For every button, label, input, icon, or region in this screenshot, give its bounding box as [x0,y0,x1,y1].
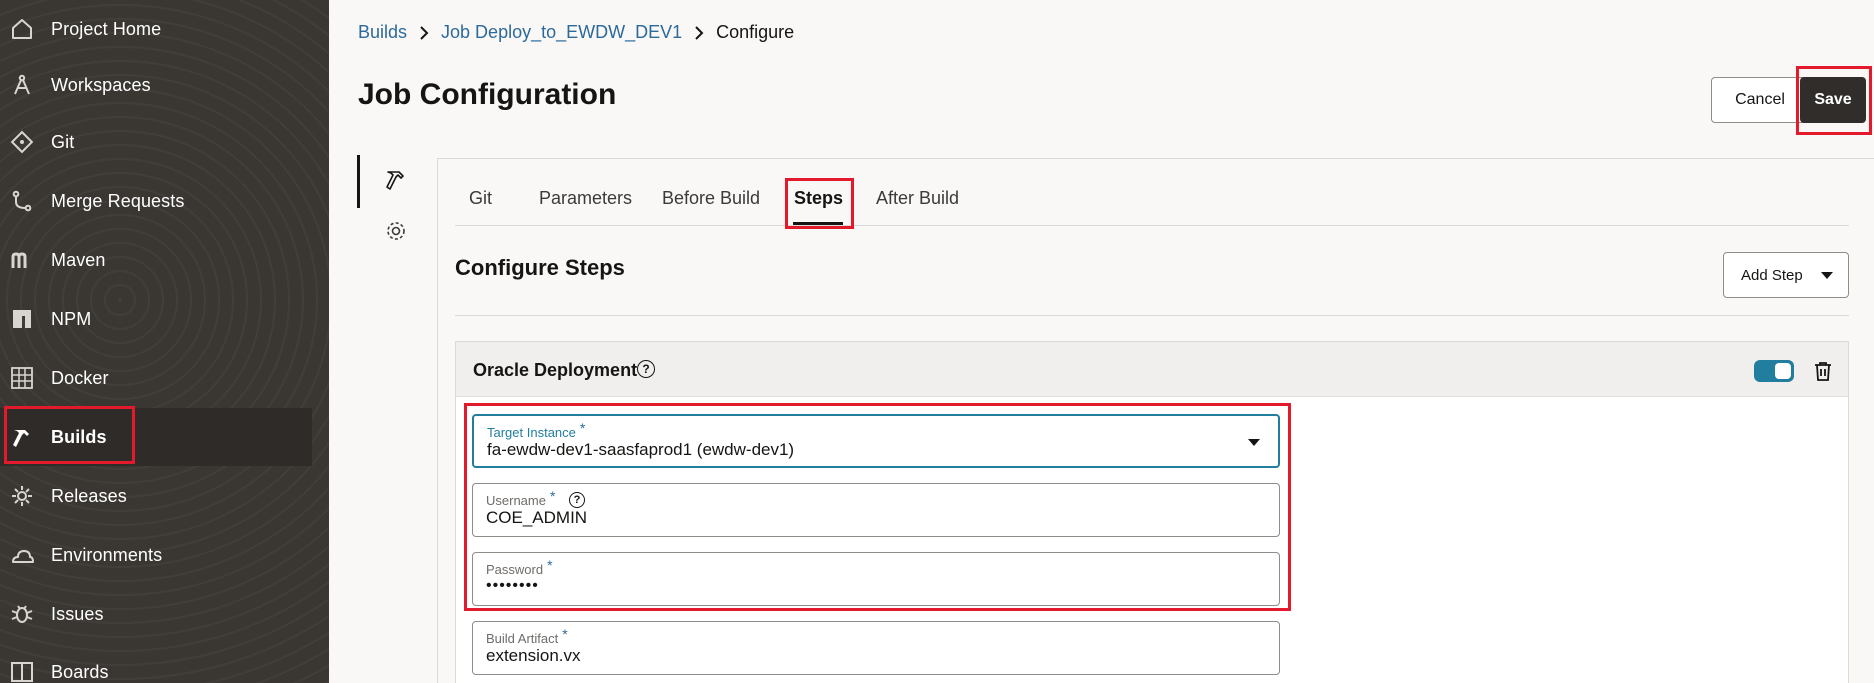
maven-icon [10,248,34,272]
vertical-tab-indicator [357,155,360,208]
sidebar-item-docker[interactable]: Docker [0,349,312,407]
password-field[interactable]: Password * •••••••• [472,552,1280,606]
sidebar-nav: Project Home Workspaces Git Merge Reques… [0,0,329,683]
build-artifact-value: extension.vx [486,646,581,665]
section-title: Configure Steps [455,255,625,280]
sidebar-item-npm[interactable]: NPM [0,290,312,348]
sidebar-item-project-home[interactable]: Project Home [0,0,312,58]
password-value: •••••••• [486,577,539,594]
step-card-oracle-deployment: Oracle Deployment ? Target Instance * fa-… [455,341,1849,683]
tab-parameters[interactable]: Parameters [539,188,632,209]
board-icon [10,660,34,683]
chevron-right-icon [407,25,441,40]
target-instance-select[interactable]: Target Instance * fa-ewdw-dev1-saasfaprod… [472,414,1280,468]
compass-icon [10,73,34,97]
trash-icon[interactable] [1812,360,1834,382]
sidebar-item-maven[interactable]: Maven [0,231,312,289]
sidebar-item-label: Builds [51,426,107,447]
sidebar-item-releases[interactable]: Releases [0,467,312,525]
tab-before-build[interactable]: Before Build [662,188,760,209]
step-title: Oracle Deployment [473,360,638,380]
gear-icon [384,219,408,248]
sidebar-item-environments[interactable]: Environments [0,526,312,584]
help-icon[interactable]: ? [637,360,655,378]
build-artifact-label: Build Artifact * [486,626,568,646]
help-icon[interactable]: ? [569,492,585,508]
username-value: COE_ADMIN [486,508,588,527]
cancel-button[interactable]: Cancel [1711,77,1809,123]
merge-request-icon [10,189,34,213]
breadcrumb-job-link[interactable]: Job Deploy_to_EWDW_DEV1 [441,22,682,43]
vtab-settings[interactable] [381,218,411,248]
home-icon [10,17,34,41]
bug-icon [10,602,34,626]
chevron-right-icon [682,25,716,40]
breadcrumb-current: Configure [716,22,795,42]
releases-gear-icon [10,484,34,508]
sidebar-item-boards[interactable]: Boards [0,643,312,683]
page-title: Job Configuration [358,78,617,111]
sidebar-item-label: Docker [51,367,109,388]
sidebar-item-label: Environments [51,544,163,565]
tab-after-build[interactable]: After Build [876,188,959,209]
chevron-down-icon [1248,439,1260,446]
tab-divider [455,225,1849,226]
add-step-label: Add Step [1741,266,1803,284]
tab-steps[interactable]: Steps [794,188,843,209]
breadcrumb: Builds Job Deploy_to_EWDW_DEV1 Configure [358,22,794,43]
add-step-button[interactable]: Add Step [1723,252,1849,298]
step-enabled-toggle[interactable] [1754,360,1794,382]
save-button[interactable]: Save [1800,77,1866,123]
sidebar-item-label: Git [51,131,75,152]
target-instance-label: Target Instance * [487,420,586,440]
sidebar-item-label: Boards [51,661,109,682]
target-instance-value: fa-ewdw-dev1-saasfaprod1 (ewdw-dev1) [487,440,795,459]
sidebar-item-issues[interactable]: Issues [0,585,312,643]
username-label: Username * [486,488,556,508]
sidebar-item-label: Maven [51,249,106,270]
step-card-header: Oracle Deployment ? [456,342,1848,397]
build-artifact-field[interactable]: Build Artifact * extension.vx [472,621,1280,675]
hammer-icon [10,425,34,449]
hammer-icon [384,167,408,196]
chevron-down-icon [1821,272,1833,279]
username-field[interactable]: Username * ? COE_ADMIN [472,483,1280,537]
sidebar-item-git[interactable]: Git [0,113,312,171]
section-divider [455,315,1849,316]
sidebar-item-builds[interactable]: Builds [0,408,312,466]
sidebar-item-workspaces[interactable]: Workspaces [0,56,312,114]
toggle-knob [1775,363,1791,379]
sidebar-item-label: NPM [51,308,92,329]
cloud-icon [10,543,34,567]
sidebar-item-merge-requests[interactable]: Merge Requests [0,172,312,230]
sidebar-item-label: Project Home [51,18,162,39]
sidebar-item-label: Issues [51,603,104,624]
sidebar-item-label: Workspaces [51,74,151,95]
vtab-build-config[interactable] [381,166,411,196]
docker-icon [10,366,34,390]
git-icon [10,130,34,154]
password-label: Password * [486,557,553,577]
tab-git[interactable]: Git [469,188,492,209]
breadcrumb-builds-link[interactable]: Builds [358,22,407,43]
npm-icon [10,307,34,331]
sidebar-item-label: Merge Requests [51,190,185,211]
sidebar-item-label: Releases [51,485,127,506]
